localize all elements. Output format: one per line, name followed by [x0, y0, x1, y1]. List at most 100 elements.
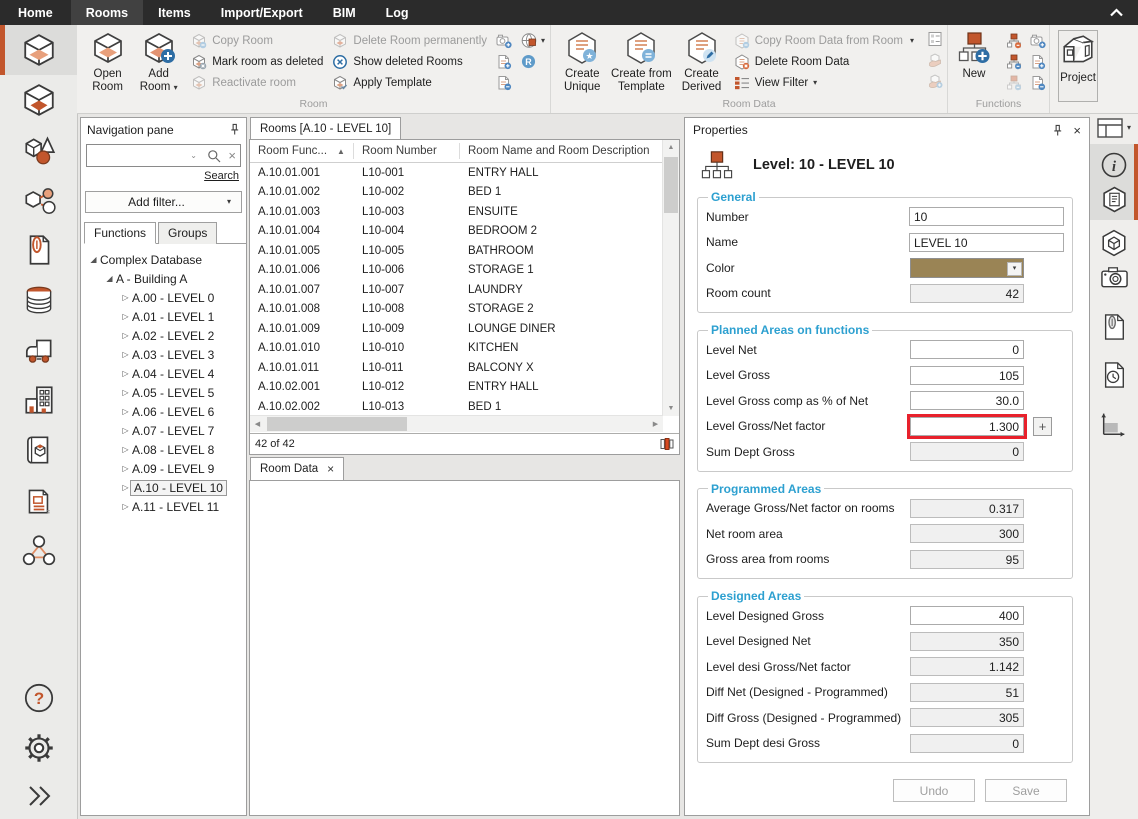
images-tool-button[interactable] [1090, 260, 1138, 294]
table-row[interactable]: A.10.02.001 L10-012 ENTRY HALL [250, 378, 663, 398]
field-input[interactable]: 105 [910, 366, 1024, 385]
table-row[interactable]: A.10.01.010 L10-010 KITCHEN [250, 339, 663, 359]
collapse-ribbon-button[interactable] [1095, 0, 1138, 25]
tab-functions[interactable]: Functions [84, 222, 156, 244]
save-button[interactable]: Save [985, 779, 1067, 802]
column-header-room-number[interactable]: Room Number [354, 143, 460, 159]
close-tab-icon[interactable]: × [327, 462, 334, 476]
scroll-left-icon[interactable]: ◀ [250, 416, 265, 432]
room-plan-icon[interactable] [660, 437, 674, 451]
tree-item[interactable]: ▷ A.07 - LEVEL 7 [81, 421, 246, 440]
color-dropdown-button[interactable]: ▾ [1007, 262, 1022, 276]
add-room-button[interactable]: Add Room ▾ [134, 29, 183, 95]
document-remove-button[interactable] [494, 72, 514, 93]
delete-room-data-button[interactable]: Delete Room Data [734, 51, 914, 72]
show-deleted-rooms-button[interactable]: Show deleted Rooms [332, 51, 487, 72]
tree-expander-icon[interactable]: ▷ [119, 350, 132, 359]
column-header-room-name[interactable]: Room Name and Room Description [460, 145, 663, 157]
document-add-button[interactable] [494, 51, 514, 72]
tree-expander-icon[interactable]: ▷ [119, 331, 132, 340]
sidebar-item-attachments[interactable] [0, 225, 77, 275]
room-data-sheet-button[interactable] [1090, 182, 1138, 216]
function-remove-button[interactable] [1004, 30, 1024, 51]
tree-item[interactable]: ▷ A.00 - LEVEL 0 [81, 288, 246, 307]
tree-expander-icon[interactable]: ▷ [119, 445, 132, 454]
tree-item[interactable]: ▷ A.08 - LEVEL 8 [81, 440, 246, 459]
table-row[interactable]: A.10.01.002 L10-002 BED 1 [250, 183, 663, 203]
function-grey-button[interactable] [1004, 72, 1024, 93]
tree-expander-icon[interactable]: ▷ [119, 369, 132, 378]
column-header-room-function[interactable]: Room Func...▲ [250, 143, 354, 159]
list-dialog-button[interactable] [925, 28, 945, 49]
sidebar-item-reports[interactable] [0, 475, 77, 525]
model-tool-button[interactable] [1090, 226, 1138, 260]
field-input[interactable]: 1.300 [910, 417, 1024, 436]
sidebar-item-relations[interactable] [0, 525, 77, 575]
field-input[interactable]: 1.142 [910, 657, 1024, 676]
tab-import-export[interactable]: Import/Export [206, 0, 318, 25]
field-input[interactable]: 30.0 [910, 391, 1024, 410]
log-tool-button[interactable] [1090, 358, 1138, 392]
field-input[interactable]: 0 [910, 442, 1024, 461]
undo-button[interactable]: Undo [893, 779, 975, 802]
tree-item[interactable]: ▷ A.10 - LEVEL 10 [81, 478, 246, 497]
tree-item[interactable]: ▷ A.01 - LEVEL 1 [81, 307, 246, 326]
tree-item[interactable]: ▷ A.06 - LEVEL 6 [81, 402, 246, 421]
table-row[interactable]: A.10.01.008 L10-008 STORAGE 2 [250, 300, 663, 320]
open-room-button[interactable]: Open Room [85, 29, 130, 95]
tree-item[interactable]: ▷ A.09 - LEVEL 9 [81, 459, 246, 478]
tree-item[interactable]: ▷ A.04 - LEVEL 4 [81, 364, 246, 383]
tab-log[interactable]: Log [371, 0, 424, 25]
table-row[interactable]: A.10.01.006 L10-006 STORAGE 1 [250, 261, 663, 281]
tree-expander-icon[interactable]: ◢ [103, 274, 116, 283]
close-panel-icon[interactable]: × [1073, 123, 1081, 138]
table-row[interactable]: A.10.01.003 L10-003 ENSUITE [250, 202, 663, 222]
search-input[interactable]: ⌄ × [86, 144, 241, 167]
field-input[interactable]: 305 [910, 708, 1024, 727]
tree-expander-icon[interactable]: ▷ [119, 464, 132, 473]
pin-icon[interactable] [229, 123, 240, 136]
sidebar-item-room-templates[interactable] [0, 75, 77, 125]
plus-button[interactable]: + [1033, 417, 1052, 436]
function-document-add-button[interactable] [1028, 51, 1048, 72]
scroll-right-icon[interactable]: ▶ [648, 416, 663, 432]
table-row[interactable]: A.10.01.004 L10-004 BEDROOM 2 [250, 222, 663, 242]
search-scope-caret[interactable]: ⌄ [190, 152, 197, 160]
add-filter-dropdown[interactable]: Add filter... ▾ [85, 191, 242, 213]
sidebar-item-item-groups[interactable] [0, 175, 77, 225]
view-filter-button[interactable]: View Filter ▾ [734, 72, 914, 93]
number-input[interactable]: 10 [909, 207, 1064, 226]
sidebar-item-help[interactable]: ? [0, 673, 77, 723]
tree-expander-icon[interactable]: ▷ [119, 388, 132, 397]
sidebar-item-logistics[interactable] [0, 325, 77, 375]
sidebar-item-items[interactable] [0, 125, 77, 175]
function-minus-button[interactable] [1004, 51, 1024, 72]
create-from-template-button[interactable]: Create from Template [609, 29, 673, 95]
copy-room-button[interactable]: Copy Room [191, 30, 323, 51]
create-unique-button[interactable]: ★ Create Unique [559, 29, 605, 95]
scrollbar-thumb[interactable] [267, 417, 407, 431]
room-hand-button[interactable] [925, 49, 945, 70]
copy-room-data-button[interactable]: Copy Room Data from Room ▾ [734, 30, 914, 51]
attachments-tool-button[interactable] [1090, 310, 1138, 344]
vertical-scrollbar[interactable]: ▲ ▼ [662, 140, 679, 416]
sidebar-expand-button[interactable] [0, 773, 77, 819]
scroll-down-icon[interactable]: ▼ [663, 401, 679, 416]
sidebar-item-catalog[interactable] [0, 425, 77, 475]
field-input[interactable]: 0 [910, 734, 1024, 753]
tree-item[interactable]: ◢ A - Building A [81, 269, 246, 288]
panel-layout-button[interactable]: ▾ [1097, 118, 1131, 138]
info-tool-button[interactable]: i [1090, 148, 1138, 182]
reactivate-room-button[interactable]: Reactivate room [191, 72, 323, 93]
table-row[interactable]: A.10.01.005 L10-005 BATHROOM [250, 241, 663, 261]
apply-template-button[interactable]: Apply Template [332, 72, 487, 93]
globe-revit-button[interactable]: ▾ [518, 30, 548, 51]
tree-item[interactable]: ▷ A.02 - LEVEL 2 [81, 326, 246, 345]
project-button[interactable]: Project [1058, 30, 1098, 102]
sidebar-item-settings[interactable] [0, 723, 77, 773]
room-hand-sync-button[interactable] [925, 70, 945, 91]
sidebar-item-rooms[interactable] [0, 25, 77, 75]
new-function-button[interactable]: New [956, 29, 992, 83]
tree-expander-icon[interactable]: ▷ [119, 407, 132, 416]
create-derived-button[interactable]: Create Derived [677, 29, 725, 95]
